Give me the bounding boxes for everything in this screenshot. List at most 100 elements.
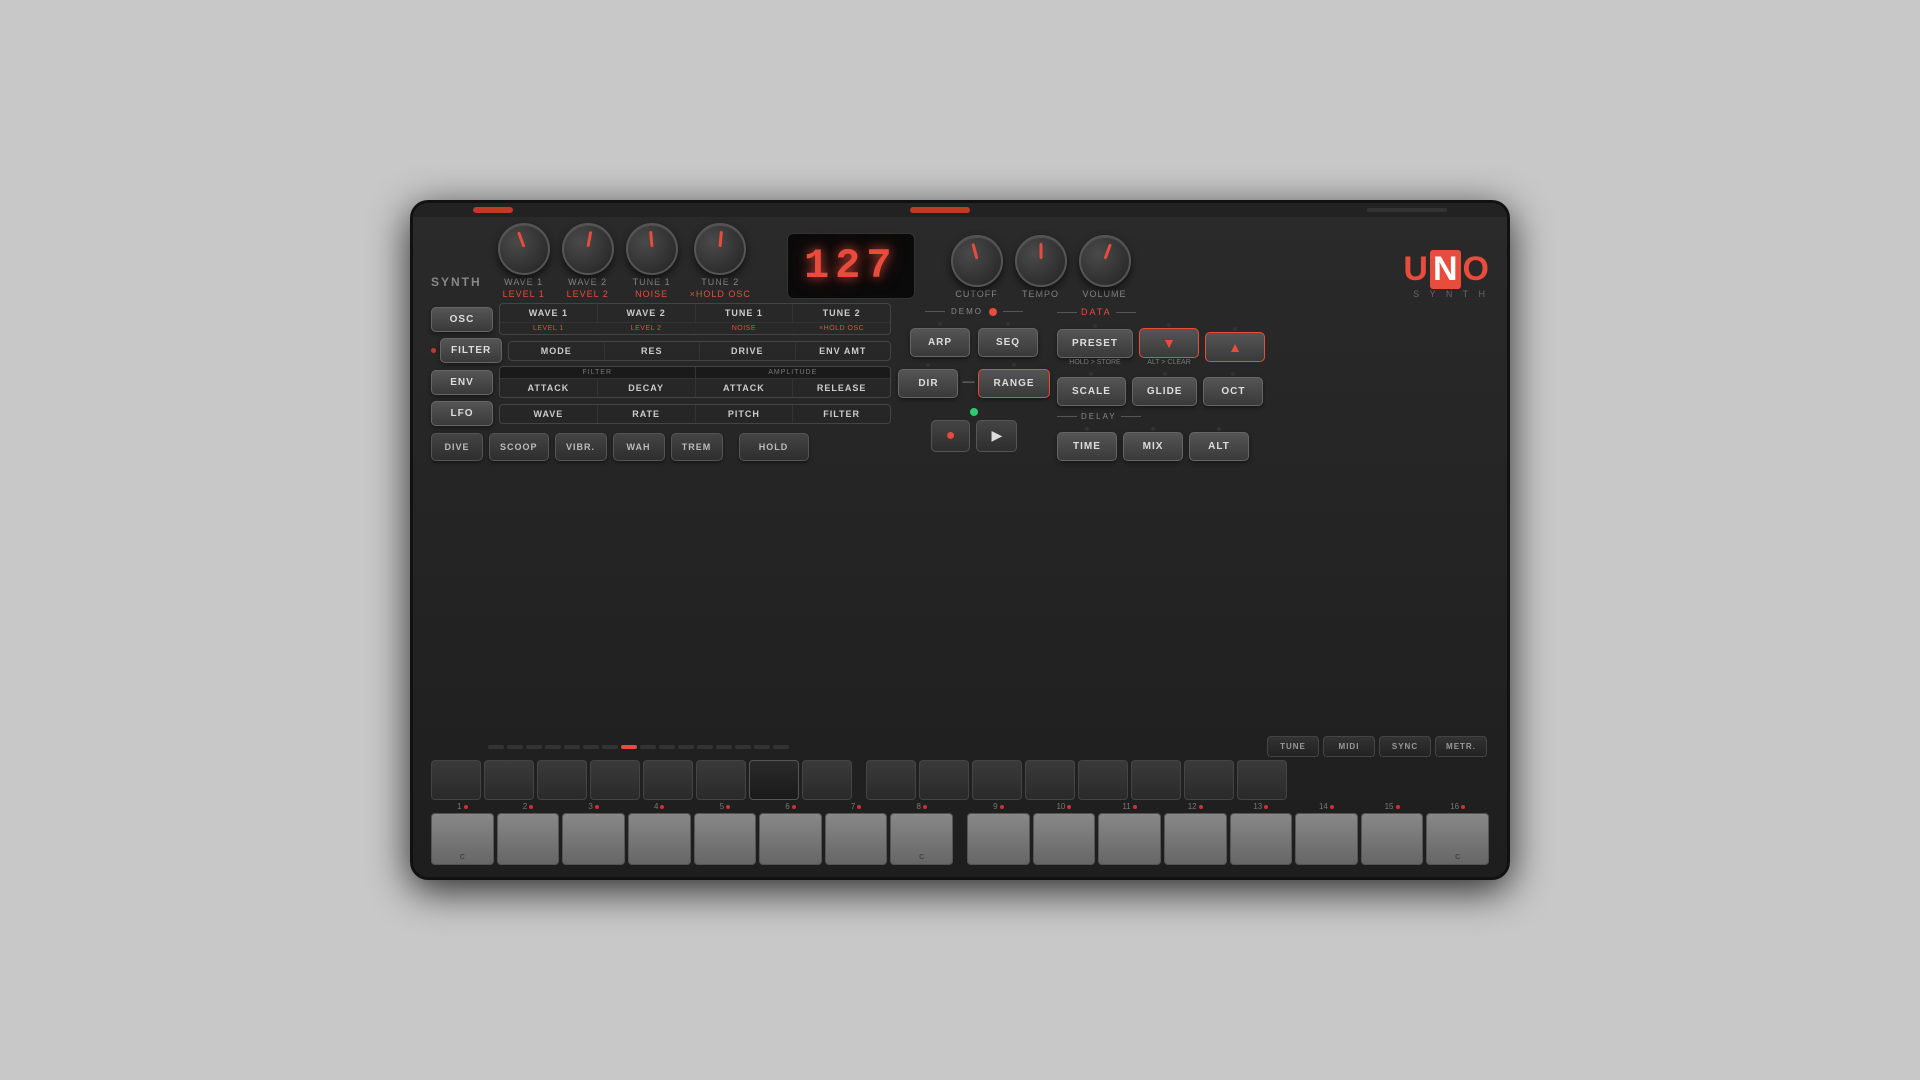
pad-16[interactable] xyxy=(1237,760,1287,800)
scale-dot xyxy=(1089,372,1093,376)
step-dot-16 xyxy=(773,745,789,749)
pad-10[interactable] xyxy=(919,760,969,800)
mod-buttons-row: DIVE SCOOP VIBR. WAH TREM HOLD xyxy=(431,433,891,461)
tune1-knob[interactable] xyxy=(626,223,678,275)
dir-button[interactable]: DIR xyxy=(898,369,958,398)
key-12[interactable] xyxy=(1164,813,1227,865)
delay-row-header: DELAY xyxy=(1057,412,1489,421)
pad-15[interactable] xyxy=(1184,760,1234,800)
scale-row: SCALE GLIDE OCT xyxy=(1057,372,1489,406)
key-10[interactable] xyxy=(1033,813,1096,865)
pad-9[interactable] xyxy=(866,760,916,800)
trem-button[interactable]: TREM xyxy=(671,433,723,461)
key-9-dot xyxy=(1000,805,1004,809)
step-dot-14 xyxy=(735,745,751,749)
key-5[interactable] xyxy=(694,813,757,865)
demo-indicator xyxy=(989,308,997,316)
pad-4[interactable] xyxy=(590,760,640,800)
key-4[interactable] xyxy=(628,813,691,865)
pad-2[interactable] xyxy=(484,760,534,800)
dive-button[interactable]: DIVE xyxy=(431,433,483,461)
step-dot-3 xyxy=(526,745,542,749)
wah-button[interactable]: WAH xyxy=(613,433,665,461)
pad-1[interactable] xyxy=(431,760,481,800)
sync-button[interactable]: SYNC xyxy=(1379,736,1431,757)
pad-6[interactable] xyxy=(696,760,746,800)
pad-11[interactable] xyxy=(972,760,1022,800)
key-14[interactable] xyxy=(1295,813,1358,865)
data-up-button[interactable]: ▲ xyxy=(1205,332,1265,362)
key-1[interactable]: C xyxy=(431,813,494,865)
key-6[interactable] xyxy=(759,813,822,865)
record-button[interactable]: ● xyxy=(931,420,971,452)
volume-knob[interactable] xyxy=(1079,235,1131,287)
preset-button[interactable]: PRESET xyxy=(1057,329,1133,358)
key-8[interactable]: C xyxy=(890,813,953,865)
key-13[interactable] xyxy=(1230,813,1293,865)
filter-param-grid: MODE RES DRIVE ENV AMT xyxy=(508,341,891,361)
hold-button[interactable]: HOLD xyxy=(739,433,809,461)
cutoff-knob[interactable] xyxy=(951,235,1003,287)
key-1-c: C xyxy=(460,854,465,861)
pad-3[interactable] xyxy=(537,760,587,800)
osc-button[interactable]: OSC xyxy=(431,307,493,332)
logo-section: U N O S Y N T H xyxy=(1403,250,1489,299)
range-top-dot xyxy=(1012,363,1016,367)
play-button[interactable]: ▶ xyxy=(976,420,1017,452)
mix-button[interactable]: MIX xyxy=(1123,432,1183,461)
pad-14[interactable] xyxy=(1131,760,1181,800)
oct-button[interactable]: OCT xyxy=(1203,377,1263,406)
scoop-button[interactable]: SCOOP xyxy=(489,433,549,461)
data-down-button[interactable]: ▼ xyxy=(1139,328,1199,358)
key-2[interactable] xyxy=(497,813,560,865)
midi-button[interactable]: MIDI xyxy=(1323,736,1375,757)
arp-button[interactable]: ARP xyxy=(910,328,970,357)
key-numbers-row: 1 2 3 4 5 6 7 xyxy=(431,802,1489,811)
time-button[interactable]: TIME xyxy=(1057,432,1117,461)
key-11[interactable] xyxy=(1098,813,1161,865)
glide-button[interactable]: GLIDE xyxy=(1132,377,1198,406)
key-num-8-text: 8 xyxy=(916,802,920,811)
key-num-5: 5 xyxy=(694,802,757,811)
pad-13[interactable] xyxy=(1078,760,1128,800)
tune2-knob[interactable] xyxy=(694,223,746,275)
pad-12[interactable] xyxy=(1025,760,1075,800)
env-button[interactable]: ENV xyxy=(431,370,493,395)
pads-row xyxy=(431,760,1489,800)
key-14-dot xyxy=(1330,805,1334,809)
pad-5[interactable] xyxy=(643,760,693,800)
tune-button[interactable]: TUNE xyxy=(1267,736,1319,757)
metr-button[interactable]: METR. xyxy=(1435,736,1487,757)
osc-tune2-label: TUNE 2 xyxy=(793,304,890,322)
data-label: DATA xyxy=(1081,307,1112,317)
key-num-3: 3 xyxy=(562,802,625,811)
key-num-2-text: 2 xyxy=(523,802,527,811)
vibr-button[interactable]: VIBR. xyxy=(555,433,607,461)
pad-7-dark[interactable] xyxy=(749,760,799,800)
key-num-15: 15 xyxy=(1361,802,1424,811)
key-16[interactable]: C xyxy=(1426,813,1489,865)
key-9[interactable] xyxy=(967,813,1030,865)
lfo-button[interactable]: LFO xyxy=(431,401,493,426)
delay-line1 xyxy=(1057,416,1077,417)
tempo-knob[interactable] xyxy=(1015,235,1067,287)
key-3[interactable] xyxy=(562,813,625,865)
key-7[interactable] xyxy=(825,813,888,865)
filter-button[interactable]: FILTER xyxy=(440,338,502,363)
pad-8[interactable] xyxy=(802,760,852,800)
preset-dot xyxy=(1093,324,1097,328)
alt-button[interactable]: ALT xyxy=(1189,432,1249,461)
wave2-knob[interactable] xyxy=(562,223,614,275)
scale-button[interactable]: SCALE xyxy=(1057,377,1126,406)
key-num-1-text: 1 xyxy=(457,802,461,811)
active-indicator xyxy=(970,408,978,416)
key-15[interactable] xyxy=(1361,813,1424,865)
range-button[interactable]: RANGE xyxy=(978,369,1049,398)
synth-label: SYNTH xyxy=(431,275,482,289)
keys-row: C C C xyxy=(431,813,1489,865)
wave1-knob[interactable] xyxy=(498,223,550,275)
osc-level2-sub: LEVEL 2 xyxy=(598,323,696,334)
transport-section: ● ▶ xyxy=(931,408,1017,452)
step-dot-1 xyxy=(488,745,504,749)
seq-button[interactable]: SEQ xyxy=(978,328,1038,357)
